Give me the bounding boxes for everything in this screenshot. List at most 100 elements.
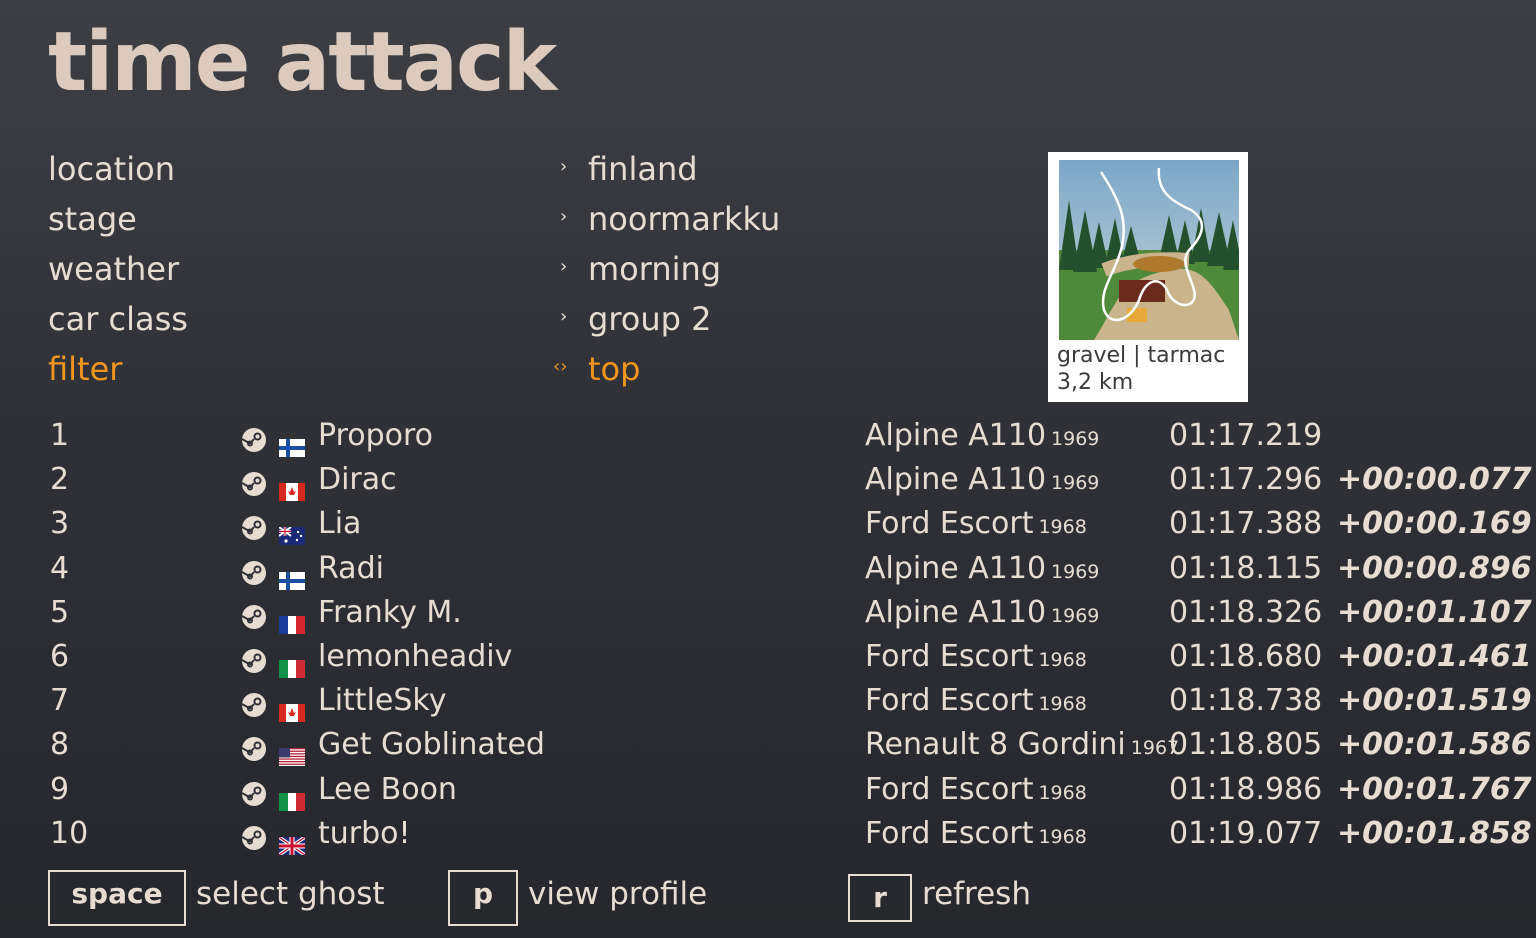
menu-item-location[interactable]: location › finland — [0, 150, 900, 200]
menu-value: morning — [588, 250, 722, 288]
chevron-right-icon: › — [560, 156, 568, 177]
view-profile-label: view profile — [528, 876, 708, 912]
car-name: Alpine A110 — [865, 462, 1047, 498]
car-model: Ford Escort 1968 — [865, 506, 1087, 541]
flag-fi-icon — [279, 563, 305, 590]
lap-time: 01:18.738 — [1169, 683, 1323, 719]
player-name: Lia — [318, 506, 362, 542]
lap-time: 01:17.388 — [1169, 506, 1323, 542]
leaderboard-row[interactable]: 5 Franky M. Alpine A110 1969 01:18.326 +00:01… — [0, 595, 1536, 639]
car-name: Ford Escort — [865, 815, 1034, 851]
car-name: Ford Escort — [865, 683, 1034, 719]
menu-label: location — [48, 150, 175, 188]
leaderboard-row[interactable]: 4 Radi Alpine A110 1969 01:18.115 +00:00.896 — [0, 551, 1536, 595]
r-key-button[interactable]: r — [848, 874, 912, 922]
rank: 1 — [50, 418, 70, 453]
leaderboard-row[interactable]: 3 Lia Ford Escort 1968 01:17.388 +00:00.169 — [0, 506, 1536, 550]
car-model: Alpine A110 1969 — [865, 551, 1099, 586]
leaderboard-row[interactable]: 10 turbo! Ford Escort 1968 01:19.077 +00:01.8… — [0, 816, 1536, 860]
lap-time: 01:18.986 — [1169, 771, 1323, 807]
rank: 5 — [50, 594, 70, 630]
time-gap: +00:01.107 — [1337, 594, 1532, 630]
time-gap: +00:00.077 — [1337, 462, 1532, 498]
rank: 2 — [50, 462, 70, 498]
rank: 4 — [50, 550, 70, 586]
player-name: Proporo — [318, 418, 434, 453]
player-name: Franky M. — [318, 594, 462, 630]
leaderboard-row[interactable]: 6 lemonheadiv Ford Escort 1968 01:18.680 +00:… — [0, 639, 1536, 683]
leaderboard-row[interactable]: 7 LittleSky Ford Escort 1968 01:18.738 +00:01… — [0, 683, 1536, 727]
flag-it-icon — [279, 784, 305, 811]
leaderboard-row[interactable]: 8 Get Goblinated Renault 8 Gordini 1967 01:1… — [0, 727, 1536, 771]
car-year: 1969 — [1051, 560, 1100, 583]
stage-info: gravel | tarmac 3,2 km — [1057, 342, 1225, 396]
leaderboard-row[interactable]: 1 Proporo Alpine A110 1969 01:17.219 — [0, 418, 1536, 462]
car-name: Ford Escort — [865, 639, 1034, 674]
time-gap: +00:01.586 — [1337, 727, 1532, 763]
flag-fi-icon — [279, 430, 305, 457]
lap-time: 01:18.680 — [1169, 639, 1323, 674]
menu-label: car class — [48, 300, 188, 338]
menu-item-stage[interactable]: stage › noormarkku — [0, 200, 900, 250]
menu-label: weather — [48, 250, 180, 288]
menu-item-filter[interactable]: filter ‹› top — [0, 350, 900, 400]
menu-label: stage — [48, 200, 137, 238]
select-ghost-label: select ghost — [196, 876, 385, 912]
flag-fr-icon — [279, 607, 305, 634]
car-name: Alpine A110 — [865, 594, 1047, 630]
car-model: Ford Escort 1968 — [865, 772, 1087, 807]
stage-length: 3,2 km — [1057, 370, 1134, 395]
steam-icon — [241, 691, 267, 718]
time-gap: +00:00.169 — [1337, 506, 1532, 542]
menu-item-weather[interactable]: weather › morning — [0, 250, 900, 300]
time-gap: +00:00.896 — [1337, 550, 1532, 586]
car-name: Alpine A110 — [865, 418, 1047, 453]
time-gap: +00:01.767 — [1337, 771, 1532, 807]
stage-map-card: gravel | tarmac 3,2 km — [1048, 152, 1248, 402]
player-name: Dirac — [318, 462, 397, 498]
space-key-button[interactable]: space — [48, 870, 186, 926]
car-year: 1968 — [1038, 693, 1087, 716]
time-gap: +00:01.858 — [1337, 815, 1532, 851]
car-model: Alpine A110 1969 — [865, 462, 1099, 497]
player-name: Radi — [318, 550, 384, 586]
leaderboard-row[interactable]: 2 Dirac Alpine A110 1969 01:17.296 +00:00.077 — [0, 462, 1536, 506]
player-name: turbo! — [318, 815, 411, 851]
car-model: Ford Escort 1968 — [865, 816, 1087, 851]
car-name: Renault 8 Gordini — [865, 727, 1126, 763]
flag-it-icon — [279, 651, 305, 678]
time-gap: +00:01.519 — [1337, 683, 1532, 719]
refresh-label: refresh — [922, 876, 1031, 912]
page-title: time attack — [48, 15, 557, 110]
chevron-right-icon: › — [560, 206, 568, 227]
leaderboard-row[interactable]: 9 Lee Boon Ford Escort 1968 01:18.986 +00:01.… — [0, 772, 1536, 816]
stage-map-thumbnail — [1059, 160, 1239, 340]
rank: 9 — [50, 771, 70, 807]
rank: 6 — [50, 639, 70, 674]
car-model: Alpine A110 1969 — [865, 418, 1099, 453]
menu-item-car-class[interactable]: car class › group 2 — [0, 300, 900, 350]
lap-time: 01:17.296 — [1169, 462, 1323, 498]
car-name: Alpine A110 — [865, 550, 1047, 586]
player-name: LittleSky — [318, 683, 447, 719]
chevron-right-icon: › — [560, 256, 568, 277]
menu-label: filter — [48, 350, 123, 388]
car-name: Ford Escort — [865, 506, 1034, 542]
car-year: 1968 — [1038, 649, 1087, 671]
player-name: lemonheadiv — [318, 639, 513, 674]
menu-value: noormarkku — [588, 200, 781, 238]
flag-ca-icon — [279, 474, 305, 502]
rank: 3 — [50, 506, 70, 542]
steam-icon — [241, 780, 267, 806]
stage-surface: gravel | tarmac — [1057, 343, 1226, 368]
steam-icon — [241, 647, 267, 673]
time-gap: +00:01.461 — [1337, 639, 1532, 674]
menu-value: finland — [588, 150, 698, 188]
rank: 10 — [50, 815, 89, 851]
menu-value: group 2 — [588, 300, 712, 338]
steam-icon — [241, 426, 267, 452]
p-key-button[interactable]: p — [448, 870, 518, 926]
flag-us-icon — [279, 739, 305, 767]
car-year: 1968 — [1038, 825, 1087, 848]
rank: 8 — [50, 727, 70, 763]
